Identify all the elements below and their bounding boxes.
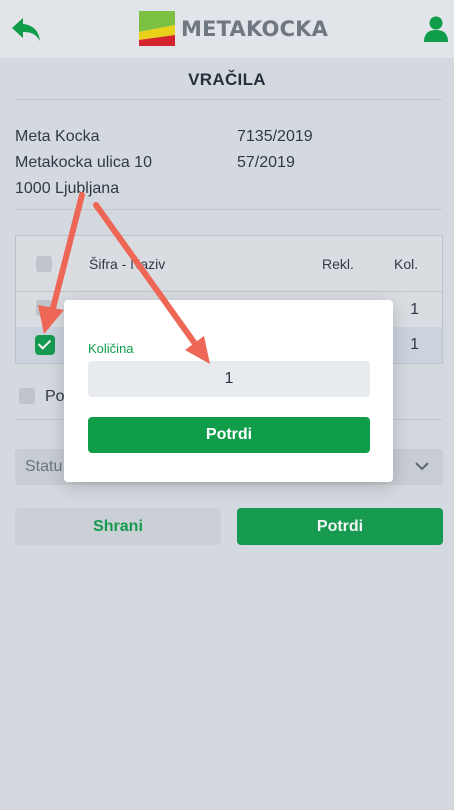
quantity-label: Količina — [88, 341, 134, 356]
quantity-dialog: Količina Potrdi — [64, 300, 393, 482]
quantity-input[interactable] — [88, 361, 370, 397]
dialog-confirm-button[interactable]: Potrdi — [88, 417, 370, 453]
logo-mark-icon — [139, 11, 175, 46]
back-arrow-icon[interactable] — [10, 14, 42, 44]
brand-name: METAKOCKA — [181, 16, 329, 41]
brand-logo: METAKOCKA — [139, 11, 328, 46]
app-header: METAKOCKA — [0, 0, 454, 58]
user-icon[interactable] — [424, 15, 448, 43]
